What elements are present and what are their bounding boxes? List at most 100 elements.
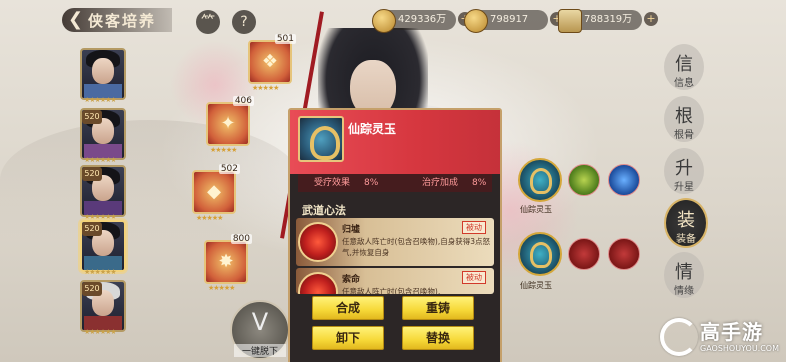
equipment-slot[interactable]: ❖ 501 ★★★★★ [248,34,296,92]
skill-name: 归墟 [342,225,361,235]
scroll-token-counter: 788319万 + [558,9,658,33]
jade-treasure-icon [298,116,344,162]
silver-coin-counter: 429336万 + [372,9,472,33]
reforge-button[interactable]: 重铸 [402,296,474,320]
gold-ingot-counter: 798917 + [464,9,564,33]
silver-coin-icon [372,9,396,33]
jade-ring [530,242,552,268]
chevron-left-icon: ❮ [68,9,84,30]
equipment-slot[interactable]: ✦ 406 ★★★★★ [206,96,254,154]
jade-ring [530,168,552,194]
hero-portrait[interactable]: 520 [80,165,126,217]
unload-button[interactable]: 卸下 [312,326,384,350]
equipment-level: 406 [232,96,254,106]
side-tab-label: 装备 [676,234,696,245]
back-button[interactable]: ❮ 侠客培养 [62,8,172,32]
side-tab-star-up[interactable]: 升 升星 [664,148,704,194]
hero-level-badge: 520 [82,110,102,124]
hero-stars: ★★★★★★ [84,268,117,276]
side-tab-info[interactable]: 信 信息 [664,44,704,90]
equipment-stars: ★★★★★ [196,214,223,222]
bond-icon: 情 [675,262,693,283]
hero-stars: ★★★★★★ [84,156,117,164]
side-tab-label: 升星 [674,182,694,193]
bamboo-icon[interactable]: ⺮ [196,10,220,34]
roots-icon: 根 [675,106,693,127]
armor-icon: ❖ [261,51,279,72]
helmet-icon: ✦ [220,113,236,134]
equipment-slot[interactable]: ✸ 800 ★★★★★ [204,234,252,292]
hero-level-badge: 520 [82,282,102,296]
scroll-icon [558,9,582,33]
treasure-slot[interactable] [518,158,562,202]
help-icon: ? [240,14,248,30]
skill-description: 任意敌人阵亡时(包含召唤物),自身获得3点怒气,并恢复自身 [342,237,491,257]
hero-stars: ★★★★★★ [84,96,117,104]
jade-ring [310,126,340,160]
equipment-slot[interactable]: ◆ 502 ★★★★★ [192,164,240,222]
fire-skill-icon [298,222,338,262]
treasure-name: 仙踪灵玉 [520,205,552,214]
side-tab-label: 根骨 [674,130,694,141]
boots-icon: ◆ [207,181,221,202]
gaoshouyou-logo-icon [660,318,698,356]
hero-portrait[interactable]: 520 [80,280,126,332]
eye-rune-icon[interactable] [608,164,640,196]
side-tab-bond[interactable]: 情 情缘 [664,252,704,298]
unequip-all-button[interactable]: V 一键脱下 [230,300,290,360]
gold-ingot-value: 798917 [490,14,529,25]
hero-level-badge: 520 [82,167,102,181]
popup-title: 仙踪灵玉 [348,122,397,136]
heal-received-label: 受疗效果 [314,178,351,188]
scroll-token-value: 788319万 [584,14,633,25]
equipment-level: 501 [274,34,296,44]
section-title: 武道心法 [302,204,346,217]
bell-rune-icon[interactable] [568,164,600,196]
flame-rune-icon[interactable] [568,238,600,270]
watermark: 高手游 GAOSHOUYOU.COM [660,316,780,360]
side-tab-label: 信息 [674,78,694,89]
bamboo-icon-glyph: ⺮ [201,14,215,30]
hero-portrait[interactable] [80,48,126,100]
silver-coin-value: 429336万 [398,14,447,25]
popup-header: 仙踪灵玉 [290,110,500,174]
gold-ingot-icon [464,9,488,33]
equipment-level: 800 [230,234,252,244]
portrait-face [92,58,114,84]
treasure-name: 仙踪灵玉 [520,281,552,290]
skill-tag: 被动 [462,221,486,234]
heal-bonus-value: 8% [472,178,487,188]
side-tab-label: 情缘 [674,286,694,297]
skill-description: 任意敌人阵亡时(包含召唤物), [342,287,441,294]
side-tab-roots[interactable]: 根 根骨 [664,96,704,142]
equipment-stars: ★★★★★ [208,284,235,292]
watermark-url: GAOSHOUYOU.COM [700,344,780,353]
stat-row: 受疗效果 8% 治疗加成 8% [298,174,492,192]
hero-portrait[interactable]: 520 [80,108,126,160]
equipment-stars: ★★★★★ [210,146,237,154]
background-mountains [0,120,300,240]
side-tab-equipment[interactable]: 装 装备 [664,198,708,248]
treasure-detail-popup: 仙踪灵玉 受疗效果 8% 治疗加成 8% 武道心法 归墟 被动 任意敌人阵亡时(… [288,108,502,362]
equipment-level: 502 [218,164,240,174]
hero-portrait-selected[interactable]: 520 [80,220,126,272]
add-scroll-button[interactable]: + [644,12,658,26]
merge-button[interactable]: 合成 [312,296,384,320]
skill-card[interactable]: 归墟 被动 任意敌人阵亡时(包含召唤物),自身获得3点怒气,并恢复自身 [296,218,494,266]
hero-level-badge: 520 [82,222,102,236]
top-bar: ❮ 侠客培养 ⺮ ? 429336万 + 798917 + 788319万 + [0,0,786,40]
game-scene: ❮ 侠客培养 ⺮ ? 429336万 + 798917 + 788319万 + … [0,0,786,362]
skill-card[interactable]: 索命 被动 任意敌人阵亡时(包含召唤物), [296,268,494,294]
replace-button[interactable]: 替换 [402,326,474,350]
skill-name: 索命 [342,275,361,285]
heal-bonus-label: 治疗加成 [422,178,459,188]
help-button[interactable]: ? [232,10,256,34]
skill-tag: 被动 [462,271,486,284]
robe-icon: V [251,308,269,336]
claw-skill-icon [298,272,338,294]
claw-rune-icon[interactable] [608,238,640,270]
equipment-stars: ★★★★★ [252,84,279,92]
equipment-icon: 装 [677,210,695,231]
page-title: 侠客培养 [88,12,157,30]
treasure-slot[interactable] [518,232,562,276]
